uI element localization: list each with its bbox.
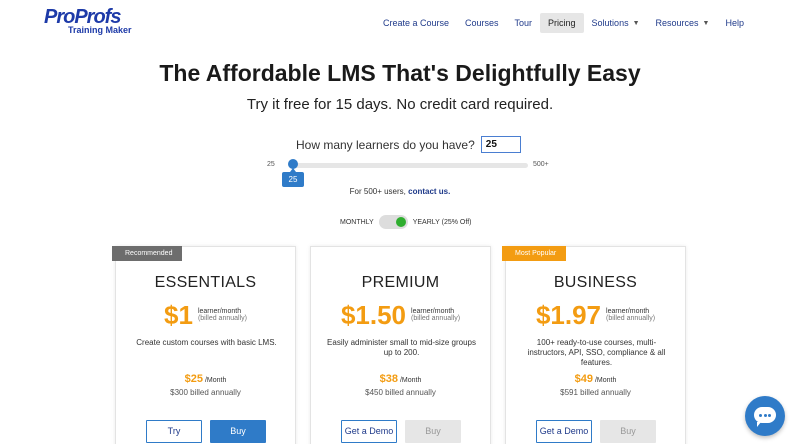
slider-min-label: 25 <box>267 161 275 168</box>
logo-text: ProProfs <box>44 6 121 28</box>
price-unit-note: (billed annually) <box>411 315 461 322</box>
monthly-price: $38 <box>379 373 398 385</box>
contact-prefix: For 500+ users, <box>349 187 406 196</box>
chat-dots <box>759 414 771 417</box>
nav-courses[interactable]: Courses <box>457 13 507 33</box>
price-unit-note: (billed annually) <box>197 315 247 322</box>
nav-label: Create a Course <box>382 18 449 28</box>
plan-description: 100+ ready-to-use courses, multi-instruc… <box>527 338 666 367</box>
get-demo-button[interactable]: Get a Demo <box>536 420 592 443</box>
yearly-label[interactable]: YEARLY (25% Off) <box>413 219 472 226</box>
header: ProProfs Training Maker Create a Course … <box>0 0 800 46</box>
nav-label: Pricing <box>548 18 576 28</box>
toggle-knob <box>395 217 406 227</box>
monthly-unit: /Month <box>399 377 422 384</box>
nav-help[interactable]: Help <box>717 13 752 33</box>
slider-max-label: 500+ <box>533 161 549 168</box>
try-button[interactable]: Try <box>146 420 202 443</box>
nav-label: Courses <box>465 18 499 28</box>
nav-tour[interactable]: Tour <box>507 13 541 33</box>
proprofs-logo[interactable]: ProProfs Training Maker <box>44 7 134 37</box>
monthly-row: $49/Month <box>506 369 685 387</box>
buy-button[interactable]: Buy <box>405 420 461 443</box>
price-unit-note: (billed annually) <box>606 315 656 322</box>
caret-down-icon: ▼ <box>632 19 640 27</box>
billed-annually: $450 billed annually <box>365 388 436 397</box>
plan-name: ESSENTIALS <box>154 274 257 291</box>
billing-toggle-switch[interactable] <box>378 215 408 229</box>
price-unit-main: learner/month <box>411 308 455 315</box>
plan-card-essentials: Recommended ESSENTIALS $1 learner/month … <box>112 246 296 444</box>
learners-row: How many learners do you have? <box>296 136 521 153</box>
billed-annually: $300 billed annually <box>170 388 241 397</box>
price-row: $1.97 learner/month (billed annually) <box>506 300 685 330</box>
monthly-price: $25 <box>184 373 203 385</box>
monthly-label[interactable]: MONTHLY <box>340 219 374 226</box>
price-row: $1.50 learner/month (billed annually) <box>311 300 490 330</box>
most-popular-badge: Most Popular <box>502 246 567 261</box>
plan-price: $1.97 <box>535 300 602 330</box>
plan-description: Easily administer small to mid-size grou… <box>327 338 476 357</box>
nav-resources[interactable]: Resources ▼ <box>648 13 718 33</box>
billed-annually: $591 billed annually <box>560 388 631 397</box>
plan-description: Create custom courses with basic LMS. <box>136 338 277 347</box>
price-unit-main: learner/month <box>606 308 650 315</box>
monthly-row: $25/Month <box>116 369 295 387</box>
page-subtitle: Try it free for 15 days. No credit card … <box>246 96 554 113</box>
nav-label: Tour <box>514 18 533 28</box>
plan-name: PREMIUM <box>361 274 440 291</box>
price-unit: learner/month (billed annually) <box>606 308 655 322</box>
nav-label: Help <box>725 18 744 28</box>
monthly-unit: /Month <box>594 377 617 384</box>
price-unit: learner/month (billed annually) <box>411 308 460 322</box>
main-nav: Create a Course Courses Tour Pricing Sol… <box>375 13 752 33</box>
contact-line: For 500+ users, contact us. <box>0 187 800 196</box>
get-demo-button[interactable]: Get a Demo <box>341 420 397 443</box>
nav-solutions[interactable]: Solutions ▼ <box>584 13 648 33</box>
nav-label: Solutions <box>591 18 629 28</box>
chat-button[interactable] <box>745 396 785 436</box>
recommended-badge: Recommended <box>112 246 183 261</box>
logo-subtext: Training Maker <box>68 25 132 35</box>
page-title: The Affordable LMS That's Delightfully E… <box>159 60 641 86</box>
nav-pricing[interactable]: Pricing <box>540 13 584 33</box>
price-row: $1 learner/month (billed annually) <box>116 300 295 330</box>
plan-card-premium: PREMIUM $1.50 learner/month (billed annu… <box>310 246 491 444</box>
buy-button[interactable]: Buy <box>210 420 266 443</box>
learners-slider-track[interactable] <box>290 163 528 168</box>
plan-price: $1.50 <box>340 300 407 330</box>
chat-icon <box>754 407 776 427</box>
monthly-price: $49 <box>574 373 593 385</box>
price-unit-main: learner/month <box>197 308 242 315</box>
learners-input[interactable] <box>480 136 521 153</box>
monthly-unit: /Month <box>204 377 227 384</box>
price-unit: learner/month (billed annually) <box>198 308 247 322</box>
slider-value-bubble: 25 <box>282 168 304 187</box>
monthly-row: $38/Month <box>311 369 490 387</box>
caret-down-icon: ▼ <box>702 19 710 27</box>
plan-name: BUSINESS <box>553 274 638 291</box>
learners-question: How many learners do you have? <box>296 137 475 152</box>
nav-create-course[interactable]: Create a Course <box>375 13 457 33</box>
contact-us-link[interactable]: contact us. <box>408 187 450 196</box>
buy-button[interactable]: Buy <box>600 420 656 443</box>
billing-toggle: MONTHLY YEARLY (25% Off) <box>340 215 471 229</box>
plan-price: $1 <box>164 300 193 330</box>
nav-label: Resources <box>655 18 699 28</box>
plan-card-business: Most Popular BUSINESS $1.97 learner/mont… <box>502 246 686 444</box>
